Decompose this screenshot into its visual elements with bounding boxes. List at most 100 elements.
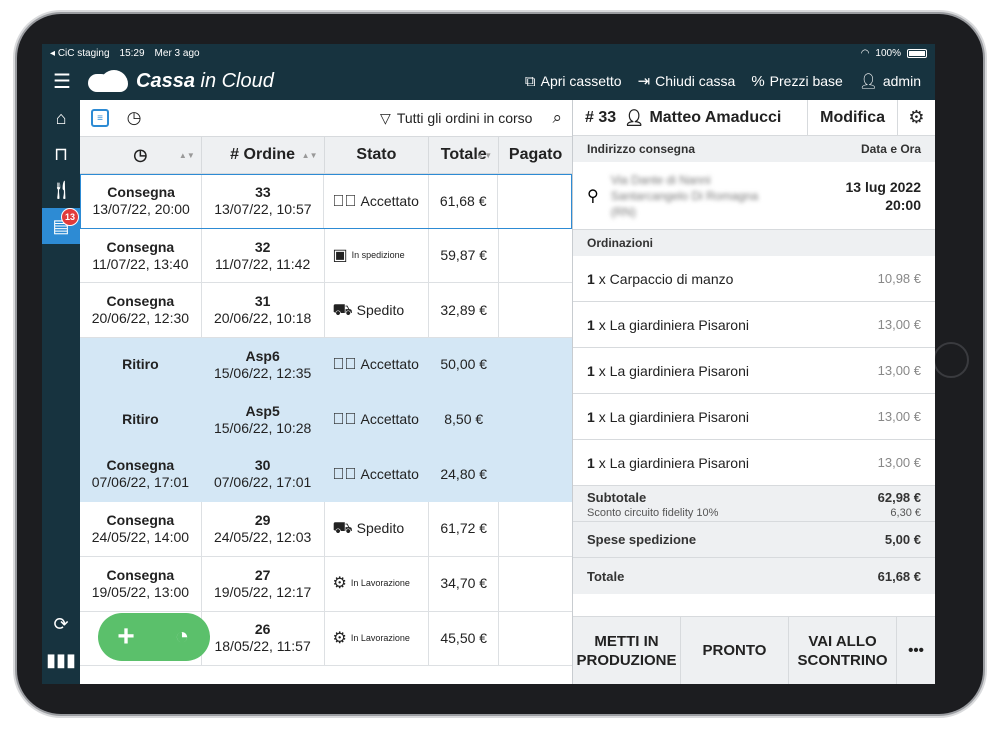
order-type: Ritiro [122,411,159,428]
order-status: In spedizione [351,250,405,261]
add-order-button[interactable]: + [98,613,154,661]
col-status-header[interactable]: Stato [325,137,430,173]
list-view-toggle[interactable]: ≡ [90,108,110,128]
table-row[interactable]: Ritiro Asp6 15/06/22, 12:35 ✓⃝ Accettato 50,0… [80,338,572,393]
order-items-list: 1x Carpaccio di manzo 10,98 €1 x La giardi… [573,256,935,486]
search-icon[interactable]: ⌕ [552,108,562,128]
check-circle-icon: ✓⃝ [332,465,357,483]
subtotal-row: Subtotale 62,98 € [573,486,935,505]
sync-icon[interactable]: ⟳ [42,606,80,642]
address-section-header: Indirizzo consegna Data e Ora [573,136,935,162]
filter-label[interactable]: Tutti gli ordini in corso [397,110,533,126]
order-scheduled-time: 13/07/22, 20:00 [92,201,190,218]
order-number: 30 [254,457,271,474]
order-status-cell: ⚙ In Lavorazione [325,611,430,666]
order-number: 32 [254,238,271,255]
order-paid-cell [499,557,572,611]
order-scheduled-time: 11/07/22, 13:40 [92,255,189,272]
user-icon: 👤︎ [624,109,645,127]
table-row[interactable]: Consegna 20/06/22, 12:30 31 20/06/22, 10:18… [80,283,572,339]
order-number-cell: Asp6 15/06/22, 12:35 [202,338,325,392]
filter-icon[interactable]: ▽ [380,110,391,127]
order-type: Ritiro [122,356,159,373]
open-drawer-button[interactable]: ⧉ Apri cassetto [525,72,622,90]
order-status: Accettato [360,411,419,428]
gear-icon: ⚙ [332,629,347,647]
send-to-production-button[interactable]: METTI IN PRODUZIONE [573,617,681,684]
gear-icon: ⚙ [332,575,347,593]
orders-icon[interactable]: ▤ 13 [42,208,80,244]
item-qty: 1 [587,408,595,425]
base-prices-button[interactable]: % Prezzi base [751,72,843,90]
order-paid-cell [499,393,572,447]
table-row[interactable]: Consegna 11/07/22, 13:40 32 11/07/22, 11:42… [80,228,572,284]
item-name: x La giardiniera Pisaroni [598,316,749,333]
order-total: 61,68 € [439,192,487,209]
orders-section-header: Ordinazioni [573,230,935,256]
address-header-label: Indirizzo consegna [587,142,696,156]
order-paid-cell [498,175,571,228]
more-options-button[interactable]: ••• [897,617,935,684]
order-number-cell: 30 07/06/22, 17:01 [202,447,325,502]
order-number: Asp5 [245,402,280,419]
clock-view-icon[interactable]: ◷ [124,108,144,128]
col-time-header[interactable]: ◷ ▲▼ [80,137,202,173]
user-menu-button[interactable]: 👤︎ admin [859,72,921,90]
order-status-cell: ⚙ In Lavorazione [325,556,430,611]
order-number: 27 [254,566,271,583]
list-icon: ≡ [91,109,109,127]
table-icon[interactable]: ⊓ [42,136,80,172]
total-value: 61,68 € [877,568,921,584]
home-icon[interactable]: ⌂ [42,100,80,136]
cutlery-icon[interactable]: 🍴︎ [42,172,80,208]
package-icon: ▣ [332,247,348,265]
logo-text-light: in Cloud [194,69,274,92]
list-item[interactable]: 1x La giardiniera Pisaroni 13,00 € [573,394,935,440]
battery-icon [907,48,927,58]
order-total: 32,89 € [440,301,488,318]
order-total-cell: 34,70 € [429,556,500,611]
order-created-time: 13/07/22, 10:57 [214,201,312,218]
shipping-row: Spese spedizione 5,00 € [573,522,935,558]
list-item[interactable]: 1x La giardiniera Pisaroni 13,00 € [573,348,935,394]
go-to-receipt-button[interactable]: VAI ALLO SCONTRINO [789,617,897,684]
table-row[interactable]: Consegna 07/06/22, 17:01 30 07/06/22, 17:01… [80,447,572,503]
delivery-datetime: 13 lug 2022 20:00 [846,178,922,214]
col-total-header[interactable]: Totale ▲▼ [429,137,500,173]
battery-percent: 100% [875,47,901,59]
list-item[interactable]: 1x La giardiniera Pisaroni 13,00 € [573,440,935,486]
hamburger-menu-icon[interactable]: ☰ [42,69,82,94]
ready-button[interactable]: PRONTO [681,617,789,684]
carrier-text: ◂ CiC staging [50,47,110,59]
barcode-icon[interactable]: ▮▮▮ [42,642,80,678]
order-number: 33 [255,184,271,201]
order-status: Accettato [360,465,419,482]
order-total: 59,87 € [440,247,488,264]
edit-button[interactable]: Modifica [807,99,897,136]
order-status-cell: ✓⃝ Accettato [324,175,429,228]
order-total-cell: 59,87 € [429,228,500,283]
home-button [933,342,969,378]
item-price: 10,98 € [877,271,921,286]
table-row[interactable]: Ritiro Asp5 15/06/22, 10:28 ✓⃝ Accettato 8,50… [80,392,572,448]
col-order-header[interactable]: # Ordine ▲▼ [202,137,325,173]
order-created-time: 18/05/22, 11:57 [214,638,311,655]
order-total-cell: 61,68 € [429,175,499,228]
gear-icon[interactable]: ⚙ [897,99,935,136]
list-item[interactable]: 1x Carpaccio di manzo 10,98 € [573,256,935,302]
table-row[interactable]: Consegna 13/07/22, 20:00 33 13/07/22, 10:57… [80,174,572,229]
order-status-cell: ⛟ Spedito [325,283,430,338]
table-row[interactable]: Consegna 19/05/22, 13:00 27 19/05/22, 12:17… [80,556,572,612]
list-item[interactable]: 1x La giardiniera Pisaroni 13,00 € [573,302,935,348]
order-type: Consegna [106,238,175,255]
close-register-button[interactable]: ⇥ Chiudi cassa [638,72,736,90]
order-number: 26 [254,621,271,638]
timer-button[interactable]: ◔ [154,613,210,661]
table-row[interactable]: Consegna 24/05/22, 14:00 29 24/05/22, 12:03… [80,502,572,557]
top-bar: ☰ Cassa in Cloud ⧉ Apri cassetto ⇥ Chiud… [42,62,935,100]
col-paid-header[interactable]: Pagato [499,137,572,173]
customer-link[interactable]: 👤︎ Matteo Amaducci [624,108,781,128]
datetime-header-label: Data e Ora [860,142,921,156]
app-logo: Cassa in Cloud [88,70,274,93]
order-total: 50,00 € [440,356,488,373]
